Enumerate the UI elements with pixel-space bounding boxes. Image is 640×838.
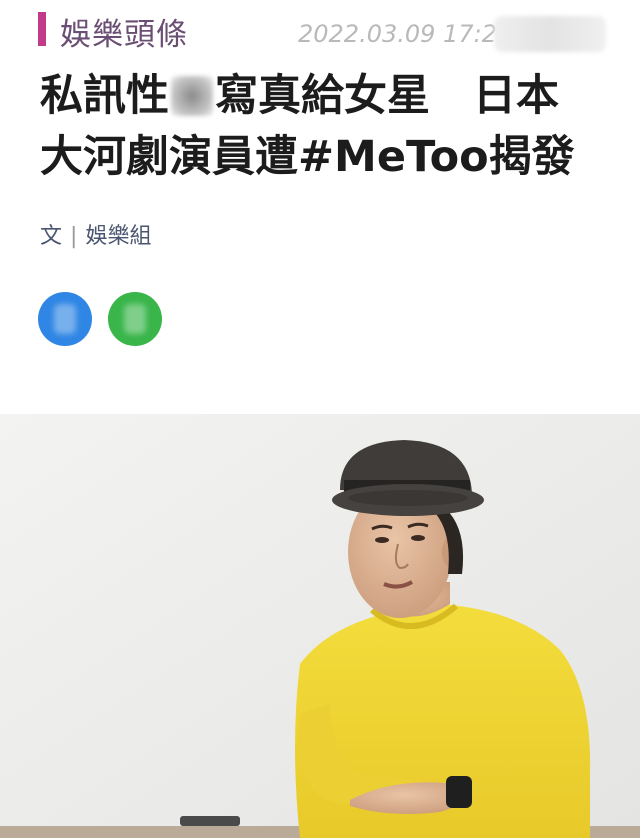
headline-part-1: 私訊性 (40, 71, 169, 121)
redacted-icon-mosaic (124, 304, 146, 334)
byline-prefix: 文 (40, 224, 63, 249)
article-header: 娛樂頭條 2022.03.09 17:26 (0, 0, 640, 60)
byline: 文 | 娛樂組 (40, 218, 151, 250)
share-button-green[interactable] (108, 292, 162, 346)
byline-author[interactable]: 娛樂組 (85, 224, 151, 249)
redacted-icon-mosaic (54, 304, 76, 334)
headline-part-2: 寫真給女星 日本 (215, 71, 559, 121)
share-button-blue[interactable] (38, 292, 92, 346)
byline-separator: | (70, 224, 78, 249)
category-accent-bar (38, 12, 46, 46)
article-headline: 私訊性 寫真給女星 日本 大河劇演員遭#MeToo揭發 (40, 66, 620, 188)
category-label[interactable]: 娛樂頭條 (60, 9, 188, 54)
redacted-time-blur (494, 16, 606, 52)
headline-line-2: 大河劇演員遭#MeToo揭發 (40, 132, 575, 182)
article-photo (0, 414, 640, 838)
wristwatch (446, 776, 472, 808)
redacted-word-blur (171, 76, 213, 116)
timestamp: 2022.03.09 17:26 (298, 20, 513, 48)
